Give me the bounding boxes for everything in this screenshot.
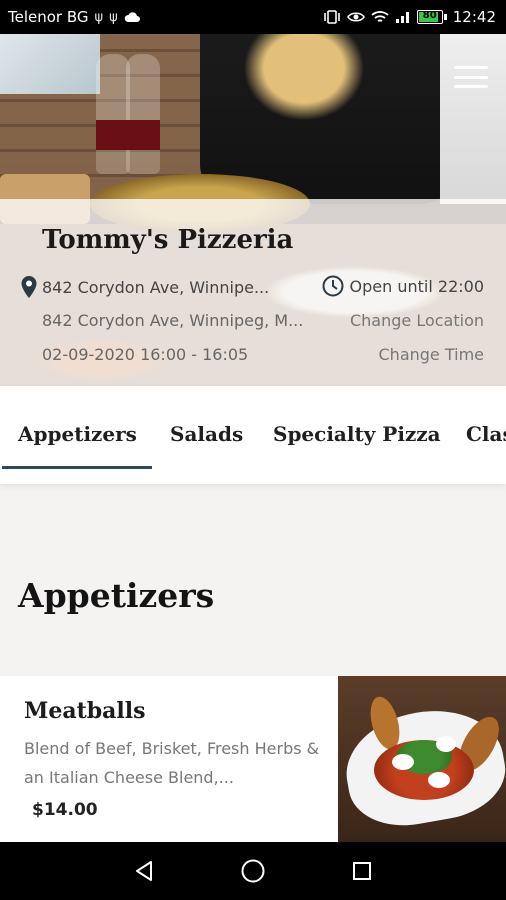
status-bar: Telenor BG ψ ψ 80 12:42 (0, 0, 506, 34)
square-recents-icon[interactable] (342, 851, 382, 891)
item-name: Meatballs (24, 698, 146, 724)
hero-wine-glass (96, 54, 130, 174)
active-tab-indicator (2, 466, 152, 469)
change-location-link[interactable]: Change Location (350, 311, 484, 330)
item-photo (338, 676, 506, 842)
signal-icon (395, 12, 409, 23)
system-nav-bar (0, 842, 506, 900)
battery-icon: 80 (416, 10, 447, 24)
category-tabs: Appetizers Salads Specialty Pizza Clas (0, 386, 506, 484)
item-price: $14.00 (32, 800, 98, 820)
wifi-icon (371, 11, 389, 22)
triangle-back-icon[interactable] (124, 851, 164, 891)
vibrate-icon (323, 10, 340, 24)
pickup-time: 02-09-2020 16:00 - 16:05 (42, 345, 249, 364)
tab-specialty-pizza[interactable]: Specialty Pizza (273, 422, 441, 446)
photo-cheese (392, 754, 414, 770)
change-time-link[interactable]: Change Time (379, 345, 485, 364)
usb-icon: ψ (94, 9, 104, 25)
circle-home-icon[interactable] (233, 851, 273, 891)
address-full: 842 Corydon Ave, Winnipeg, M... (42, 311, 304, 330)
restaurant-info: Tommy's Pizzeria 842 Corydon Ave, Winnip… (0, 199, 506, 386)
open-hours-row: Open until 22:00 (322, 275, 484, 297)
menu-item-card[interactable]: Meatballs Blend of Beef, Brisket, Fresh … (0, 676, 506, 842)
usb-debug-icon: ψ (109, 9, 118, 25)
map-pin-icon (21, 276, 37, 298)
hero-chef (440, 34, 506, 204)
carrier-label: Telenor BG (8, 8, 89, 26)
hero-window (0, 34, 100, 94)
hero-wine-glass (126, 54, 160, 174)
photo-cheese (428, 772, 450, 788)
clock-time: 12:42 (452, 8, 496, 26)
photo-cheese (436, 736, 456, 752)
tab-classic[interactable]: Clas (466, 422, 506, 446)
tab-appetizers[interactable]: Appetizers (18, 422, 137, 446)
clock-icon (322, 275, 344, 297)
hamburger-menu-icon[interactable] (454, 64, 488, 90)
status-bar-right: 80 12:42 (323, 8, 496, 26)
restaurant-name: Tommy's Pizzeria (42, 225, 294, 255)
address-short: 842 Corydon Ave, Winnipe... (42, 277, 270, 297)
status-bar-left: Telenor BG ψ ψ (8, 8, 140, 26)
address-row: 842 Corydon Ave, Winnipe... (20, 275, 269, 299)
cloud-icon (124, 12, 140, 22)
battery-level: 80 (422, 10, 437, 21)
item-description: Blend of Beef, Brisket, Fresh Herbs & an… (24, 739, 320, 787)
section-title: Appetizers (18, 576, 215, 615)
tab-salads[interactable]: Salads (170, 422, 243, 446)
eye-icon (346, 12, 365, 22)
open-status: Open until 22:00 (349, 276, 484, 296)
